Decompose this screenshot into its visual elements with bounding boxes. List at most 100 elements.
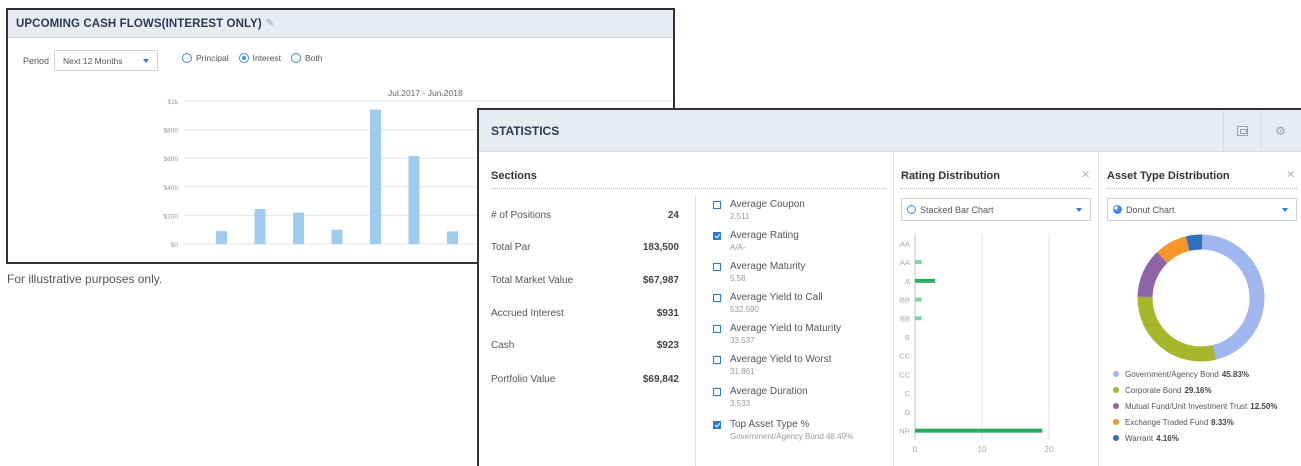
metric-label: Top Asset Type % [730, 419, 810, 430]
statistics-header: STATISTICS ⚙ [479, 110, 1301, 152]
legend-value: 4.16% [1156, 433, 1179, 443]
close-icon[interactable]: ✕ [1081, 168, 1090, 181]
legend-item: Corporate Bond 29.16% [1113, 382, 1277, 398]
category-label: NR [899, 427, 910, 436]
stat-label: Total Par [491, 242, 531, 253]
metric-label: Average Yield to Worst [730, 354, 832, 365]
radio-interest[interactable]: Interest [238, 53, 281, 63]
chevron-down-icon [143, 59, 149, 63]
radio-principal-dot[interactable] [182, 53, 192, 63]
legend-value: 8.33% [1211, 417, 1234, 427]
category-label: C [905, 389, 911, 398]
stat-value: $69,842 [642, 374, 679, 385]
category-label: A [905, 277, 910, 286]
metric-value: 31.861 [730, 367, 755, 376]
legend-label: Mutual Fund/Unit Investment Trust [1125, 401, 1248, 411]
save-button[interactable] [1223, 110, 1261, 151]
asset-type-title: Asset Type Distribution [1107, 170, 1230, 182]
panel-separator [893, 152, 894, 466]
rating-distribution-chart: 01020AAAAAABBBBBBCCCCCCDNR [899, 234, 1054, 454]
radio-principal[interactable]: Principal [182, 53, 229, 63]
donut-slice [1201, 234, 1265, 360]
stat-value: $923 [656, 340, 679, 351]
checkbox[interactable] [713, 325, 721, 333]
close-icon[interactable]: ✕ [1286, 168, 1295, 181]
legend-swatch [1113, 435, 1119, 441]
legend-label: Exchange Traded Fund [1125, 417, 1209, 427]
rating-chart-type-value: Stacked Bar Chart [920, 204, 994, 215]
y-tick-label: $1k [168, 99, 179, 106]
asset-type-legend: Government/Agency Bond 45.83% Corporate B… [1113, 366, 1277, 446]
rating-distribution-title: Rating Distribution [901, 170, 1000, 182]
radio-interest-dot[interactable] [238, 53, 249, 63]
donut-slice [1157, 236, 1190, 264]
y-tick-label: $600 [164, 156, 179, 163]
y-tick-label: $0 [171, 242, 179, 249]
asset-divider [1107, 188, 1297, 189]
metric-value: A/A- [730, 243, 746, 252]
period-label: Period [23, 56, 50, 66]
legend-value: 12.50% [1250, 401, 1278, 411]
bar [915, 278, 936, 283]
y-tick-label: $800 [164, 128, 179, 135]
legend-item: Government/Agency Bond 45.83% [1113, 366, 1277, 382]
donut-chart-icon [1113, 205, 1122, 214]
stat-row: # of Positions 24 [491, 210, 679, 221]
radio-both[interactable]: Both [290, 53, 323, 63]
legend-swatch [1113, 403, 1119, 409]
checkbox[interactable] [713, 201, 721, 209]
stat-row: Portfolio Value $69,842 [491, 374, 679, 385]
metric-value: 2.511 [730, 212, 750, 221]
donut-slice [1185, 234, 1203, 251]
checkbox[interactable] [713, 356, 721, 364]
y-tick-label: $400 [164, 185, 179, 192]
radio-principal-label: Principal [196, 53, 229, 63]
stat-row: Total Par 183,500 [491, 242, 679, 253]
bar [370, 109, 381, 244]
radio-both-dot[interactable] [290, 53, 301, 63]
bar [915, 428, 1043, 433]
cash-flows-header: UPCOMING CASH FLOWS(INTEREST ONLY) ✎ [8, 10, 673, 38]
statistics-panel: STATISTICS ⚙ Sections # of Positions 24 T… [477, 108, 1301, 466]
metric-label: Average Yield to Maturity [730, 323, 841, 334]
metric-label: Average Coupon [730, 199, 805, 210]
pencil-icon[interactable]: ✎ [266, 19, 275, 29]
category-label: AA [900, 258, 910, 267]
donut-slice [1137, 252, 1168, 298]
bar [915, 297, 922, 302]
chevron-down-icon [1282, 208, 1288, 212]
stat-label: Portfolio Value [491, 374, 556, 385]
settings-button[interactable]: ⚙ [1261, 110, 1299, 151]
bar [293, 212, 304, 244]
legend-label: Corporate Bond [1125, 385, 1182, 395]
period-select-value: Next 12 Months [63, 55, 123, 66]
save-icon [1237, 125, 1248, 136]
checkbox[interactable] [713, 263, 721, 271]
stat-value: 183,500 [642, 242, 679, 253]
checkbox[interactable] [713, 421, 721, 429]
asset-chart-type-value: Donut Chart [1126, 204, 1175, 215]
legend-swatch [1113, 419, 1119, 425]
rating-chart-type-select[interactable]: Stacked Bar Chart [901, 198, 1091, 221]
panel-separator [1098, 152, 1099, 466]
gear-icon: ⚙ [1275, 123, 1286, 138]
bar [331, 229, 343, 244]
checkbox[interactable] [713, 294, 721, 302]
period-select[interactable]: Next 12 Months [54, 50, 158, 71]
stat-value: 24 [667, 210, 679, 221]
stat-value: $931 [656, 308, 679, 319]
checkbox[interactable] [713, 232, 721, 240]
checkbox[interactable] [713, 388, 721, 396]
asset-chart-type-select[interactable]: Donut Chart [1107, 198, 1297, 221]
cash-flows-title: UPCOMING CASH FLOWS(INTEREST ONLY) [16, 17, 262, 30]
metric-label: Average Yield to Call [730, 292, 823, 303]
stat-label: Total Market Value [491, 275, 574, 286]
sections-divider [491, 188, 886, 189]
stat-value: $67,987 [642, 275, 679, 286]
legend-value: 29.16% [1184, 385, 1212, 395]
stacked-bar-icon [907, 205, 916, 214]
stat-row: Total Market Value $67,987 [491, 275, 679, 286]
category-label: AAA [899, 239, 910, 248]
radio-both-label: Both [304, 53, 323, 63]
category-label: CC [899, 370, 910, 379]
